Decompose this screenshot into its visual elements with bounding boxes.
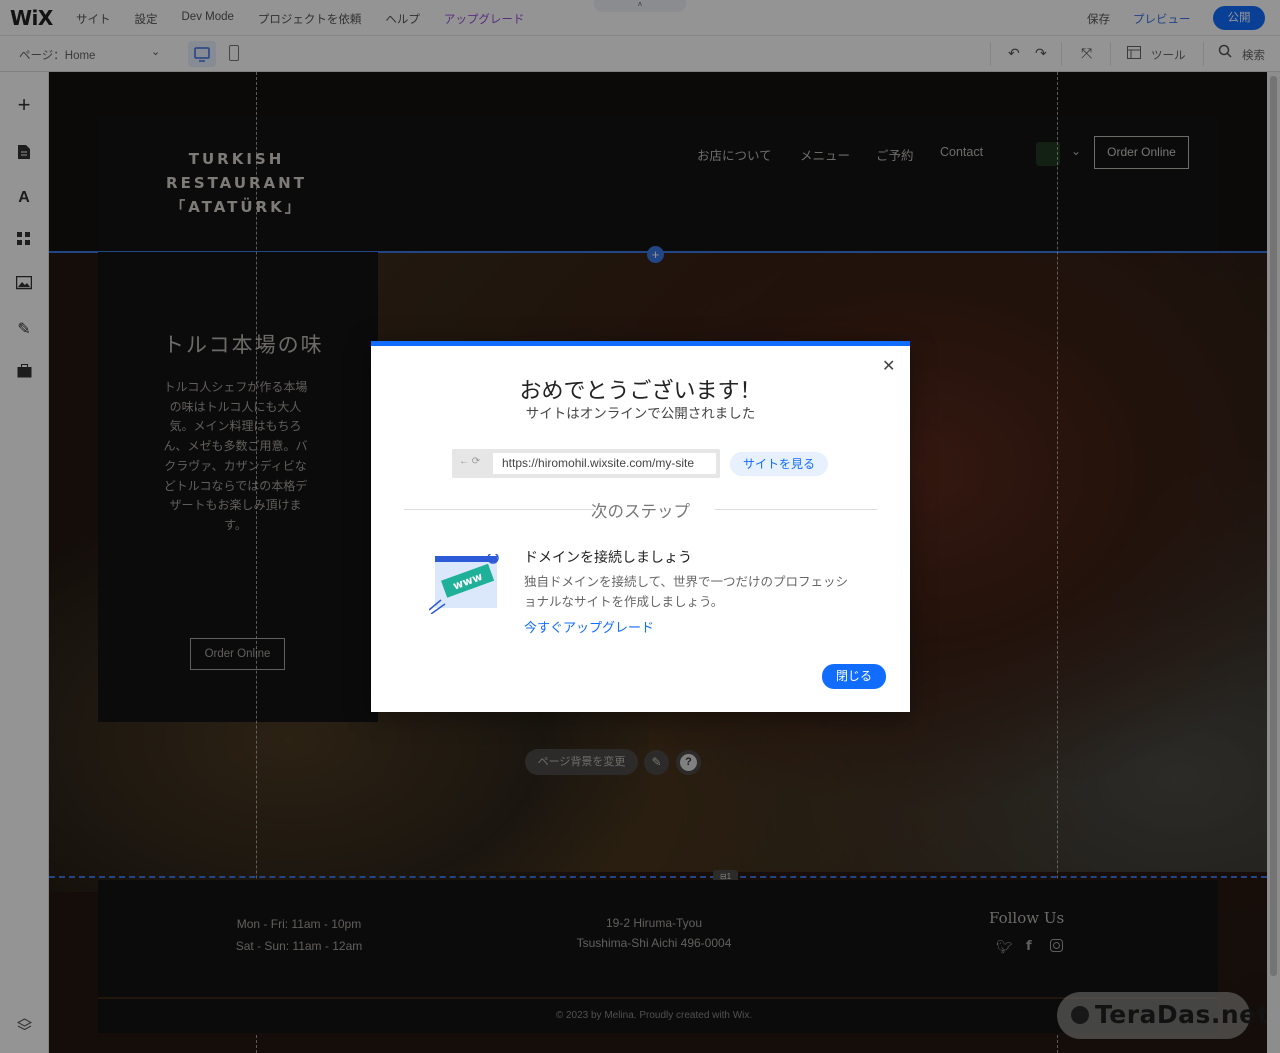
site-url-bar: ← ⟳ https://hiromohil.wixsite.com/my-sit… xyxy=(452,449,720,478)
domain-heading: ドメインを接続しましょう xyxy=(524,549,692,565)
view-site-button[interactable]: サイトを見る xyxy=(730,452,828,476)
site-url-field[interactable]: https://hiromohil.wixsite.com/my-site xyxy=(493,453,716,474)
upgrade-now-link[interactable]: 今すぐアップグレード xyxy=(524,617,654,636)
browser-nav-icon: ← ⟳ xyxy=(459,456,481,467)
divider xyxy=(715,509,877,510)
next-steps-heading: 次のステップ xyxy=(591,503,690,521)
close-button[interactable]: 閉じる xyxy=(822,664,886,689)
dialog-title: おめでとうございます！ xyxy=(519,378,762,403)
domain-description: 独自ドメインを接続して、世界で一つだけのプロフェッショナルなサイトを作成しましょ… xyxy=(524,575,849,609)
domain-illustration: www xyxy=(428,552,501,615)
dialog-subtitle: サイトはオンラインで公開されました xyxy=(525,406,756,421)
publish-success-dialog: ✕ おめでとうございます！ サイトはオンラインで公開されました ← ⟳ http… xyxy=(371,341,910,712)
